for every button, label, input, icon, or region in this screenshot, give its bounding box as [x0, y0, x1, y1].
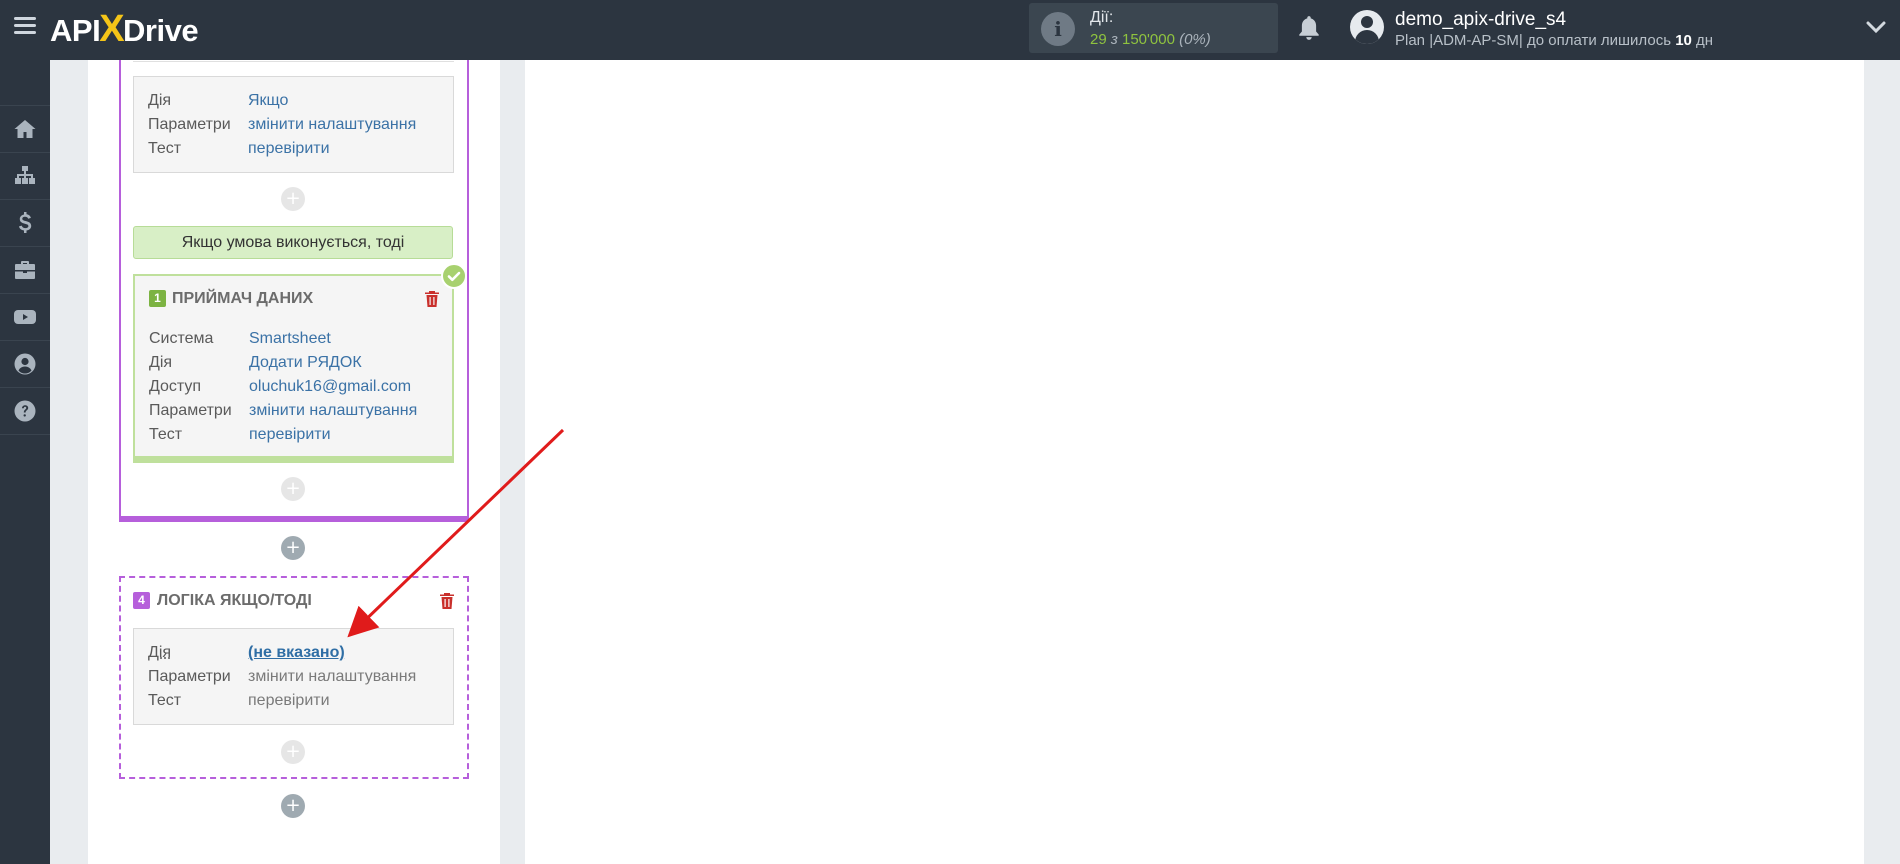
add-block-button[interactable]: + [281, 794, 305, 818]
logic-card: Дія (не вказано) Параметри змінити налашту… [133, 628, 454, 725]
sidebar-item-tools[interactable] [0, 247, 50, 294]
logic-if-then-block: 4 ЛОГІКА ЯКЩО/ТОДІ Дія (не вказано) Парам… [119, 576, 469, 779]
filter-card: Дія Якщо Параметри змінити налаштування Те… [133, 76, 454, 173]
add-block-button[interactable]: + [281, 536, 305, 560]
sidebar-item-video[interactable] [0, 294, 50, 341]
info-icon: i [1041, 12, 1075, 46]
user-plan: Plan |ADM-AP-SM| до оплати лишилось 10 д… [1395, 32, 1714, 49]
filter-action-link[interactable]: Якщо [248, 92, 288, 110]
user-name[interactable]: demo_apix-drive_s4 [1395, 9, 1566, 31]
top-bar: APIXDrive i Дії: 29 з 150'000 (0%) demo_… [0, 0, 1900, 60]
receiver-params-link[interactable]: змінити налаштування [249, 402, 417, 420]
sidebar-item-top-spacer [0, 60, 50, 106]
check-icon [441, 263, 467, 289]
logic-title: ЛОГІКА ЯКЩО/ТОДІ [157, 592, 312, 609]
delete-receiver-trash-icon[interactable] [424, 290, 440, 308]
receiver-title: ПРИЙМАЧ ДАНИХ [172, 290, 314, 307]
actions-counter[interactable]: i Дії: 29 з 150'000 (0%) [1029, 3, 1278, 53]
apix-drive-logo[interactable]: APIXDrive [50, 8, 199, 50]
sidebar-item-account[interactable] [0, 341, 50, 388]
home-icon [14, 120, 36, 138]
add-step-button[interactable]: + [281, 477, 305, 501]
settings-panel [525, 60, 1864, 864]
dollar-icon [19, 212, 32, 233]
receiver-access-link[interactable]: oluchuk16@gmail.com [249, 378, 411, 396]
sidebar-item-billing[interactable] [0, 200, 50, 247]
delete-logic-trash-icon[interactable] [439, 592, 455, 610]
receiver-system-link[interactable]: Smartsheet [249, 330, 331, 348]
logic-params-link: змінити налаштування [248, 668, 417, 685]
logic-step-number: 4 [133, 592, 150, 609]
chevron-down-icon[interactable] [1866, 20, 1886, 34]
receiver-action-link[interactable]: Додати РЯДОК [249, 354, 362, 372]
bell-icon[interactable] [1296, 14, 1322, 42]
help-icon [14, 400, 36, 422]
sidebar-item-connections[interactable] [0, 153, 50, 200]
filter-test-link[interactable]: перевірити [248, 140, 330, 158]
user-avatar-icon[interactable] [1350, 10, 1384, 44]
logo-text-drive: Drive [123, 13, 199, 48]
actions-count: 29 з 150'000 (0%) [1090, 31, 1211, 48]
previous-card-edge [133, 60, 454, 62]
sitemap-icon [15, 166, 35, 184]
add-step-button[interactable]: + [281, 187, 305, 211]
user-circle-icon [14, 353, 36, 375]
youtube-icon [14, 310, 36, 324]
receiver-step-number: 1 [149, 290, 166, 307]
logo-text-api: API [50, 13, 101, 48]
filter-params-link[interactable]: змінити налаштування [248, 116, 416, 134]
add-step-button[interactable]: + [281, 740, 305, 764]
actions-label: Дії: [1090, 9, 1114, 26]
briefcase-icon [15, 261, 35, 279]
sidebar-item-home[interactable] [0, 106, 50, 153]
sidebar [0, 60, 50, 864]
logo-text-x: X [99, 8, 125, 50]
hamburger-menu-icon[interactable] [14, 17, 36, 35]
condition-banner: Якщо умова виконується, тоді [133, 226, 453, 259]
sidebar-item-help[interactable] [0, 388, 50, 435]
logic-action-not-set-link[interactable]: (не вказано) [248, 644, 345, 662]
receiver-card: 1 ПРИЙМАЧ ДАНИХ Система Smartsheet Дія Дод… [133, 274, 454, 463]
receiver-test-link[interactable]: перевірити [249, 426, 331, 444]
logic-test-link: перевірити [248, 692, 330, 709]
